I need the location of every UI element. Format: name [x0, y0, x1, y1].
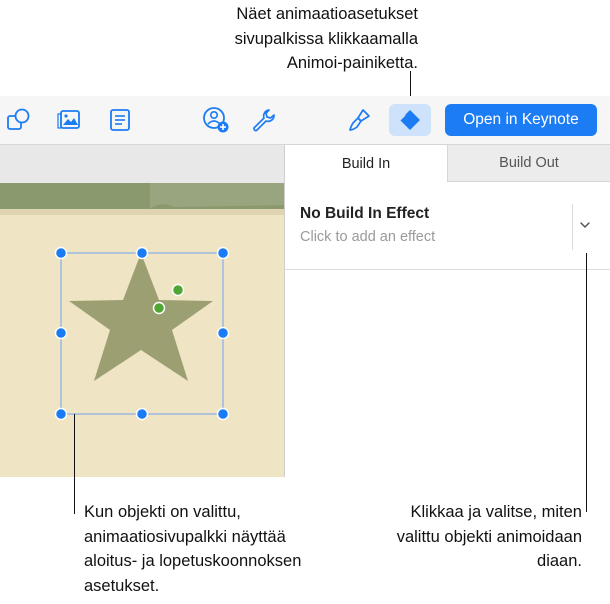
callout-bottom-right-line: valittu objekti animoidaan	[396, 527, 582, 546]
selection-handle[interactable]	[54, 246, 68, 260]
media-icon[interactable]	[56, 106, 84, 134]
callout-bottom-left-line: asetukset.	[84, 576, 160, 595]
wrench-icon[interactable]	[250, 106, 278, 134]
slide-canvas	[0, 145, 285, 477]
selection-handle[interactable]	[135, 407, 149, 421]
callout-bottom-left-line: Kun objekti on valittu,	[84, 503, 241, 521]
format-brush-icon[interactable]	[346, 106, 374, 134]
callout-bottom-left-line: animaatiosivupalkki näyttää	[84, 527, 286, 546]
effect-subtitle: Click to add an effect	[300, 229, 436, 245]
build-tabs: Build In Build Out	[285, 145, 610, 182]
callout-top: Näet animaatioasetukset sivupalkissa kli…	[88, 2, 418, 76]
animate-button[interactable]	[389, 104, 431, 136]
star-shape[interactable]	[69, 253, 213, 381]
tab-build-in[interactable]: Build In	[285, 145, 447, 182]
callout-bottom-right: Klikkaa ja valitse, miten valittu objekt…	[342, 500, 582, 574]
selection-layer	[54, 246, 230, 421]
callout-bottom-left: Kun objekti on valittu, animaatiosivupal…	[84, 500, 374, 598]
callout-bottom-right-line: diaan.	[537, 552, 582, 570]
callout-bottom-right-line: Klikkaa ja valitse, miten	[410, 503, 583, 521]
animate-icon	[399, 110, 420, 130]
callout-pointer-right	[586, 253, 587, 512]
selection-handle[interactable]	[216, 246, 230, 260]
effect-selector[interactable]: No Build In Effect Click to add an effec…	[285, 182, 610, 270]
callout-top-line: Animoi-painiketta.	[286, 54, 418, 72]
selection-handle[interactable]	[135, 246, 149, 260]
callout-top-line: Näet animaatioasetukset	[236, 5, 418, 23]
callout-pointer-left	[74, 414, 75, 514]
tab-build-out[interactable]: Build Out	[447, 145, 610, 182]
selection-handle[interactable]	[216, 326, 230, 340]
effect-title: No Build In Effect	[300, 205, 430, 222]
open-in-keynote-button[interactable]: Open in Keynote	[445, 104, 597, 136]
collaborate-add-icon[interactable]	[202, 106, 230, 134]
toolbar: Open in Keynote	[0, 96, 610, 145]
selection-handle[interactable]	[216, 407, 230, 421]
selection-handle[interactable]	[54, 326, 68, 340]
rotation-handle[interactable]	[152, 301, 166, 315]
callout-top-line: sivupalkissa klikkaamalla	[234, 29, 418, 48]
app-window: Open in Keynote Build In Build Out No Bu…	[0, 96, 610, 477]
chevron-down-icon[interactable]	[578, 218, 592, 232]
shapes-icon[interactable]	[5, 106, 33, 134]
selection-handle[interactable]	[54, 407, 68, 421]
animate-sidebar: Build In Build Out No Build In Effect Cl…	[285, 145, 610, 477]
divider	[572, 204, 573, 250]
callout-bottom-left-line: aloitus- ja lopetuskoonnoksen	[84, 552, 302, 570]
text-box-icon[interactable]	[106, 106, 134, 134]
rotation-handle[interactable]	[171, 283, 185, 297]
